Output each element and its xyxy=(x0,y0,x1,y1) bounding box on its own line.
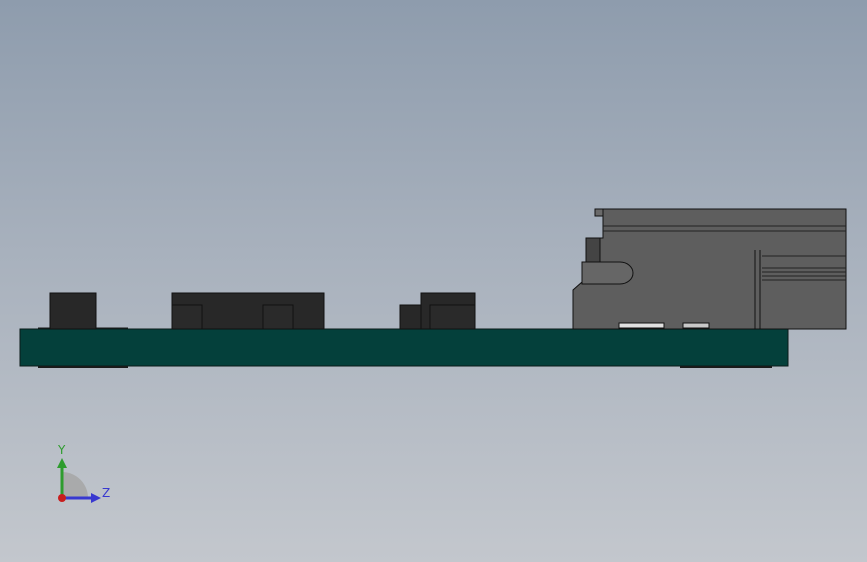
component-small-block[interactable] xyxy=(49,292,97,330)
component-wide-connector[interactable] xyxy=(171,292,325,330)
triad-graphic xyxy=(57,458,101,503)
pcb-board[interactable] xyxy=(19,328,789,367)
triad-y-label: Y xyxy=(58,443,66,457)
graphics-viewport[interactable]: Y Z xyxy=(0,0,867,562)
connector-housing[interactable] xyxy=(572,208,847,330)
orientation-triad[interactable]: Y Z xyxy=(40,438,130,518)
component-stepped-block[interactable] xyxy=(399,292,476,330)
model-side-view[interactable] xyxy=(0,0,867,562)
triad-z-label: Z xyxy=(102,486,111,500)
